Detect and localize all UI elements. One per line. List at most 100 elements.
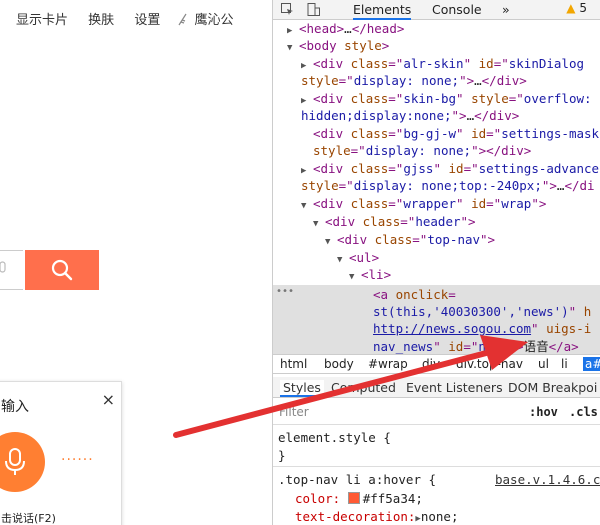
nav-settings[interactable]: 设置	[134, 9, 160, 28]
dom-token: </di	[564, 178, 595, 193]
divider	[273, 466, 600, 467]
dom-token: ="	[463, 339, 479, 354]
more-tabs-icon[interactable]: »	[502, 2, 510, 17]
dom-token: <head>	[299, 21, 345, 36]
dom-node-line[interactable]: <div class="bg-gj-w" id="settings-mask	[313, 125, 599, 142]
tab-event-listeners[interactable]: Event Listeners	[406, 380, 503, 395]
crumb-body[interactable]: body	[324, 357, 354, 371]
dom-token: "	[456, 91, 472, 106]
prop-name: color:	[295, 491, 341, 506]
dom-token: <div	[313, 91, 351, 106]
rule-prop-color[interactable]: color: #ff5a34;	[295, 490, 423, 507]
dom-token: ="	[486, 196, 502, 211]
dom-node-line[interactable]: st(this,'40030300','news')" h	[373, 303, 591, 320]
collapse-triangle-icon[interactable]: ▼	[349, 269, 361, 286]
dom-token: id	[478, 56, 494, 71]
rule-source-link[interactable]: base.v.1.4.6.c	[495, 471, 600, 488]
dom-node-line[interactable]: <a onclick=	[373, 286, 456, 303]
dom-token: style	[301, 73, 339, 88]
close-icon[interactable]: ×	[102, 390, 115, 409]
dom-node-line[interactable]: http://news.sogou.com" uigs-i	[373, 320, 591, 337]
dom-token: ="	[486, 126, 502, 141]
dom-node-line[interactable]: nav_news" id="news">语音</a>	[373, 338, 579, 355]
dom-token: class	[350, 196, 389, 211]
dom-node-line[interactable]: ▼ <div class="top-nav">	[325, 231, 495, 248]
filter-input[interactable]: Filter	[279, 405, 309, 419]
dom-node-line[interactable]: ▼ <li>	[349, 266, 391, 283]
crumb-ul[interactable]: ul	[538, 357, 549, 371]
dom-token: </a>	[548, 339, 579, 354]
dom-node-line[interactable]: ▼ <div class="wrapper" id="wrap">	[301, 195, 546, 212]
dom-token: <ul>	[349, 250, 380, 265]
dom-node-line[interactable]: style="display: none;">…</div>	[301, 72, 527, 89]
dom-node-line[interactable]: ▼ <body style>	[287, 37, 389, 54]
dom-token: overflow:	[523, 91, 592, 106]
nav-user[interactable]: 鹰沁公	[176, 9, 249, 28]
voice-input-panel: 输入 × ······ 击说话(F2)	[0, 381, 122, 525]
dom-token: ="	[388, 126, 404, 141]
crumb-top-nav[interactable]: div.top-nav	[456, 357, 523, 371]
dom-token: …	[466, 108, 475, 123]
dom-token: ">	[531, 196, 547, 211]
collapse-triangle-icon[interactable]: ▼	[301, 198, 313, 215]
crumb-html[interactable]: html	[280, 357, 307, 371]
hov-toggle[interactable]: :hov	[529, 405, 558, 419]
warning-badge[interactable]: ▲ 5	[566, 1, 587, 15]
crumb-li[interactable]: li	[561, 357, 568, 371]
tab-elements[interactable]: Elements	[353, 2, 412, 20]
dom-token: class	[350, 126, 389, 141]
element-style-selector[interactable]: element.style {	[278, 429, 391, 446]
dom-token: class	[350, 91, 389, 106]
dom-node-line[interactable]: style="display: none;"></div>	[313, 142, 531, 159]
tab-styles[interactable]: Styles	[280, 380, 324, 397]
device-toolbar-icon[interactable]	[307, 3, 320, 16]
dom-node-line[interactable]: ▼ <div class="header">	[313, 213, 476, 230]
nav-change-skin[interactable]: 换肤	[88, 9, 114, 28]
rule-prop-text-decoration[interactable]: text-decoration:▶none;	[295, 508, 458, 525]
color-swatch[interactable]	[347, 492, 360, 504]
dom-node-line[interactable]: style="display: none;top:-240px;">…</di	[301, 177, 595, 194]
collapse-triangle-icon[interactable]: ▼	[313, 216, 325, 233]
crumb-div[interactable]: div	[422, 357, 440, 371]
dom-node-line[interactable]: hidden;display:none;">…</div>	[301, 107, 519, 124]
dom-token: settings-advance	[478, 161, 600, 176]
dom-node-line[interactable]: ▶ <head>…</head>	[287, 20, 404, 37]
dom-token: style	[344, 38, 382, 53]
collapse-triangle-icon[interactable]: ▼	[287, 40, 299, 57]
collapse-triangle-icon[interactable]: ▼	[325, 234, 337, 251]
mic-icon[interactable]	[0, 258, 10, 280]
collapse-triangle-icon[interactable]: ▼	[337, 252, 349, 269]
voice-mic-button[interactable]	[0, 432, 45, 492]
inspect-icon[interactable]	[281, 3, 294, 16]
cls-toggle[interactable]: .cls	[569, 405, 598, 419]
dom-token: ="	[388, 196, 404, 211]
tab-dom-breakpoints[interactable]: DOM Breakpoi	[508, 380, 597, 395]
dom-token: ">	[508, 339, 524, 354]
dom-token: class	[350, 56, 389, 71]
dom-token: >	[381, 38, 390, 53]
dom-node-line[interactable]: ▶ <div class="alr-skin" id="skinDialog	[301, 55, 584, 72]
search-button[interactable]	[25, 250, 99, 290]
node-menu-dots[interactable]: •••	[276, 286, 294, 297]
nav-show-cards[interactable]: 显示卡片	[16, 9, 68, 28]
tab-console[interactable]: Console	[432, 2, 482, 17]
dom-node-line[interactable]: ▼ <ul>	[337, 249, 379, 266]
dom-token: class	[374, 232, 413, 247]
dom-token: header	[415, 214, 461, 229]
rule-selector[interactable]: .top-nav li a:hover {	[278, 471, 436, 488]
dom-token: <div	[337, 232, 375, 247]
dom-tree: ••• ▶ <head>…</head> ▼ <body style> ▶ <div cl…	[273, 20, 600, 355]
styles-filter: Filter :hov .cls	[273, 403, 600, 423]
tab-computed[interactable]: Computed	[331, 380, 396, 395]
dom-token: ="	[388, 161, 404, 176]
dom-token: onclick	[395, 287, 449, 302]
crumb-wrap[interactable]: #wrap	[368, 357, 408, 371]
dom-token: "></div>	[471, 143, 532, 158]
warning-count: 5	[579, 1, 587, 15]
crumb-a[interactable]: a#	[583, 357, 600, 371]
dom-node-line[interactable]: ▶ <div class="skin-bg" style="overflow:	[301, 90, 592, 107]
dom-node-line[interactable]: ▶ <div class="gjss" id="settings-advance	[301, 160, 599, 177]
voice-hint: 击说话(F2)	[1, 512, 56, 525]
dom-token: alr-skin	[403, 56, 464, 71]
dom-token: <div	[325, 214, 363, 229]
